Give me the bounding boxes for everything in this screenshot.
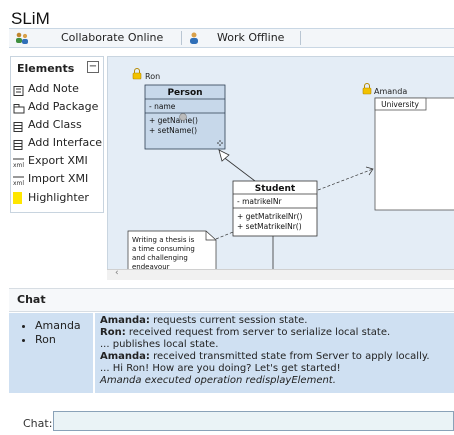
generalization-arrowhead <box>218 149 230 162</box>
collaborate-online-label: Collaborate Online <box>61 31 164 44</box>
note-anchor-line <box>215 231 234 240</box>
chat-message: Amanda: received transmitted state from … <box>100 351 430 362</box>
add-note-button[interactable]: Add Note <box>13 80 79 98</box>
tab-divider <box>181 31 182 45</box>
chat-input[interactable] <box>53 411 454 431</box>
person-attribute: - name <box>149 102 176 111</box>
student-attribute: - matrikelNr <box>237 197 282 206</box>
import-xmi-label: Import XMI <box>28 172 89 185</box>
student-class-name: Student <box>255 184 296 194</box>
university-class[interactable]: University <box>374 97 454 211</box>
message-sender: Amanda: <box>100 315 150 326</box>
generalization-line <box>221 155 256 182</box>
scroll-left-icon[interactable]: ‹ <box>115 268 119 278</box>
chat-user: Amanda <box>35 319 93 333</box>
add-class-label: Add Class <box>28 118 82 131</box>
export-xmi-label: Export XMI <box>28 154 88 167</box>
add-interface-label: Add Interface <box>28 136 103 149</box>
student-operation: + getMatrikelNr() <box>237 212 303 221</box>
student-operation: + setMatrikelNr() <box>237 222 302 231</box>
message-text: ... publishes local state. <box>100 339 219 350</box>
toolbar: Collaborate Online Work Offline <box>9 28 454 48</box>
add-interface-button[interactable]: Add Interface <box>13 134 102 152</box>
export-xmi-button[interactable]: xml Export XMI <box>13 152 88 170</box>
add-package-button[interactable]: Add Package <box>13 98 98 116</box>
package-icon <box>13 102 25 114</box>
message-text: received request from server to serializ… <box>125 327 391 338</box>
interface-icon <box>13 138 25 150</box>
person-class[interactable]: Person - name + getName() + setName() <box>144 84 226 150</box>
canvas-horizontal-scrollbar[interactable]: ‹ <box>107 268 454 280</box>
highlighter-label: Highlighter <box>28 191 89 204</box>
person-class-name: Person <box>167 88 202 98</box>
ron-lock-icon <box>132 68 142 80</box>
collaborate-online-tab[interactable]: Collaborate Online <box>15 29 163 47</box>
message-text: Amanda executed operation redisplayEleme… <box>100 375 336 386</box>
chat-message: Amanda executed operation redisplayEleme… <box>100 375 336 386</box>
users-icon <box>15 32 29 44</box>
highlighter-icon <box>13 192 22 204</box>
chat-message: Ron: received request from server to ser… <box>100 327 390 338</box>
note-line: and challenging <box>132 254 188 262</box>
highlighter-button[interactable]: Highlighter <box>13 189 89 207</box>
note-line: Writing a thesis is <box>132 236 195 244</box>
amanda-lock-icon <box>362 83 372 95</box>
user-icon <box>187 32 201 44</box>
chat-header-title: Chat <box>17 293 46 306</box>
ron-cursor-label: Ron <box>145 72 160 81</box>
university-class-name: University <box>381 100 419 109</box>
chat-user: Ron <box>35 333 93 347</box>
work-offline-label: Work Offline <box>217 31 285 44</box>
message-sender: Amanda: <box>100 351 150 362</box>
chat-message: Amanda: requests current session state. <box>100 315 307 326</box>
note-line: a time consuming <box>132 245 195 253</box>
svg-text:xml: xml <box>13 180 24 186</box>
tab-divider <box>300 31 301 45</box>
chat-user-list: Amanda Ron <box>9 313 93 393</box>
note-icon <box>13 84 25 96</box>
export-xmi-icon: xml <box>13 156 25 169</box>
chat-input-label: Chat: <box>23 417 53 430</box>
student-class[interactable]: Student - matrikelNr + getMatrikelNr() +… <box>232 180 318 237</box>
palette-title: Elements <box>17 62 75 75</box>
add-note-label: Add Note <box>28 82 79 95</box>
chat-message: ... Hi Ron! How are you doing? Let's get… <box>100 363 341 374</box>
elements-palette: Elements − Add Note Add Package Add Clas… <box>10 56 104 213</box>
chat-panel-header: Chat <box>9 288 454 312</box>
add-class-button[interactable]: Add Class <box>13 116 82 134</box>
person-operation: + getName() <box>149 116 198 125</box>
add-package-label: Add Package <box>28 100 99 113</box>
import-xmi-icon: xml <box>13 174 25 187</box>
amanda-cursor-label: Amanda <box>374 87 407 96</box>
message-text: received transmitted state from Server t… <box>149 351 430 362</box>
message-text: requests current session state. <box>149 315 308 326</box>
work-offline-tab[interactable]: Work Offline <box>187 29 284 47</box>
collapse-palette-button[interactable]: − <box>87 61 99 73</box>
chat-message-log: Amanda: requests current session state. … <box>95 313 454 393</box>
person-operation: + setName() <box>149 126 197 135</box>
message-text: ... Hi Ron! How are you doing? Let's get… <box>100 363 341 374</box>
chat-message: ... publishes local state. <box>100 339 218 350</box>
diagram-canvas[interactable]: Ron Amanda Person - name + getName() + s… <box>107 56 454 280</box>
mouse-pointer-icon <box>179 113 187 121</box>
message-sender: Ron: <box>100 327 126 338</box>
app-title: SLiM <box>11 9 50 28</box>
class-icon <box>13 120 25 132</box>
import-xmi-button[interactable]: xml Import XMI <box>13 170 88 188</box>
association-line <box>317 168 374 191</box>
svg-text:xml: xml <box>13 162 24 168</box>
